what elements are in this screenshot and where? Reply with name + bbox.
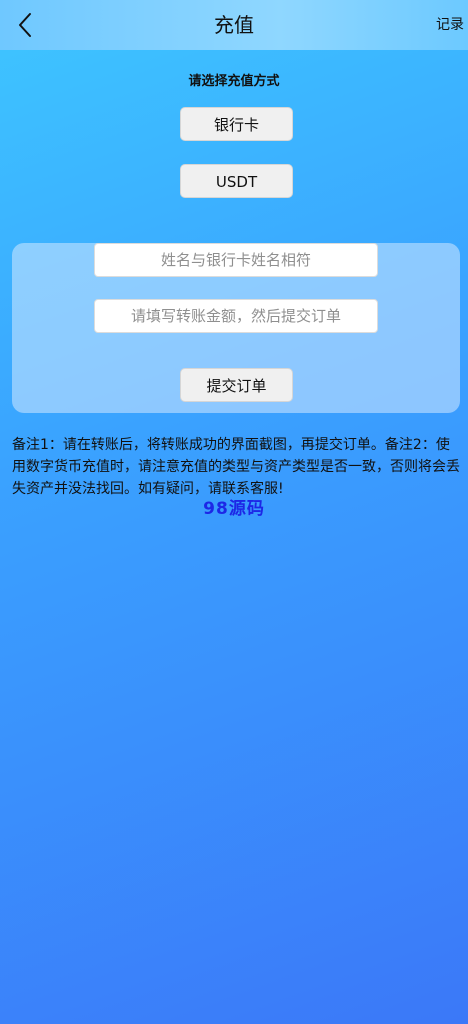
records-link[interactable]: 记录 [436, 0, 464, 50]
amount-input[interactable] [94, 299, 378, 333]
submit-order-button[interactable]: 提交订单 [180, 368, 293, 402]
watermark-text: 98源码 [203, 499, 265, 519]
recharge-screen: 充值 记录 请选择充值方式 银行卡 USDT 提交订单 备注1：请在转账后，将转… [0, 0, 468, 1024]
usdt-button[interactable]: USDT [180, 164, 293, 198]
bank-card-button[interactable]: 银行卡 [180, 107, 293, 141]
payment-method-title: 请选择充值方式 [188, 74, 280, 89]
name-input[interactable] [94, 243, 378, 277]
page-title: 充值 [214, 13, 254, 37]
note-text: 备注1：请在转账后，将转账成功的界面截图，再提交订单。备注2：使用数字货币充值时… [12, 437, 460, 497]
header-bar: 充值 记录 [0, 0, 468, 50]
